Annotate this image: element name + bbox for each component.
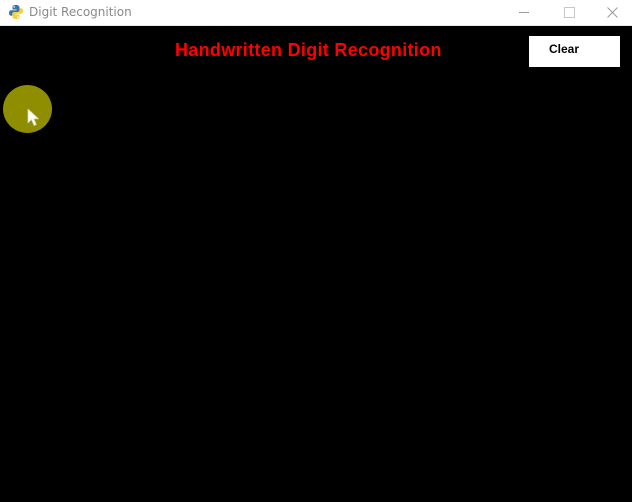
clear-button-label: Clear [549,42,580,56]
page-title: Handwritten Digit Recognition [175,40,442,60]
mouse-pointer-icon [27,108,39,126]
close-icon[interactable] [592,0,632,26]
minimize-icon[interactable] [500,0,546,26]
window-title: Digit Recognition [29,5,132,19]
python-pygame-icon [9,5,23,19]
clear-button[interactable]: Clear [529,36,620,67]
maximize-icon[interactable] [546,0,592,26]
app-window: Digit Recognition Handwritten Digit Reco… [0,0,632,502]
title-bar[interactable]: Digit Recognition [0,0,632,26]
drawing-canvas[interactable]: Handwritten Digit Recognition Clear [0,26,632,502]
